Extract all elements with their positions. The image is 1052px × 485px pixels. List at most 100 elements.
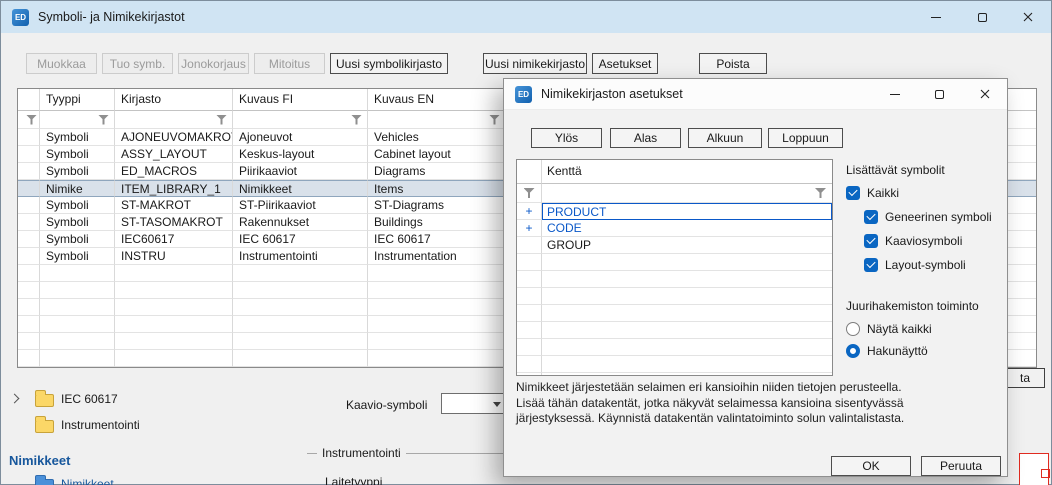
field-row[interactable]: + CODE <box>517 220 832 237</box>
cell-kuvaus-fi: Keskus-layout <box>233 146 368 163</box>
move-up-button[interactable]: Ylös <box>531 128 602 148</box>
checked-checkbox-icon <box>864 258 878 272</box>
kaavio-symboli-dropdown[interactable] <box>441 393 509 414</box>
window-controls <box>913 1 1051 33</box>
column-header-kuvaus-en[interactable]: Kuvaus EN <box>368 89 506 111</box>
cell-kuvaus-en: Items <box>368 180 506 197</box>
field-table: Kenttä + PRODUCT + CODE GROUP <box>516 159 833 376</box>
row-prefix: + <box>517 220 542 237</box>
delete-button[interactable]: Poista <box>699 53 767 74</box>
cell-kuvaus-en: ST-Diagrams <box>368 197 506 214</box>
dialog-description: Nimikkeet järjestetään selaimen eri kans… <box>516 380 912 427</box>
queue-fix-button[interactable]: Jonokorjaus <box>178 53 249 74</box>
dialog-app-icon: ED <box>515 86 532 103</box>
settings-dialog: ED Nimikekirjaston asetukset Ylös Alas A… <box>503 78 1008 477</box>
checkbox-kaikki[interactable]: Kaikki <box>846 185 899 201</box>
root-group-title: Juurihakemiston toiminto <box>846 299 979 313</box>
expand-chevron-icon[interactable] <box>10 394 20 404</box>
tree-item-iec60617[interactable]: IEC 60617 <box>61 392 118 406</box>
radio-off-icon <box>846 322 860 336</box>
import-symbol-button[interactable]: Tuo symb. <box>102 53 173 74</box>
settings-button[interactable]: Asetukset <box>592 53 658 74</box>
cell-kirjasto: IEC60617 <box>115 231 233 248</box>
filter-icon[interactable] <box>26 115 37 125</box>
field-cell-product: PRODUCT <box>542 203 832 220</box>
cell-tyyppi: Symboli <box>40 214 115 231</box>
checkbox-kaaviosymboli[interactable]: Kaaviosymboli <box>864 233 962 249</box>
tree-item-nimikkeet[interactable]: Nimikkeet <box>61 477 114 485</box>
cancel-button[interactable]: Peruuta <box>921 456 1001 476</box>
dialog-app-icon-text: ED <box>518 90 529 99</box>
cell-kirjasto: ITEM_LIBRARY_1 <box>115 180 233 197</box>
cell-kuvaus-en: Cabinet layout <box>368 146 506 163</box>
empty-row <box>517 373 832 376</box>
empty-row <box>517 254 832 271</box>
minimize-icon <box>931 17 941 18</box>
clipped-button[interactable]: ta <box>1005 368 1045 388</box>
maximize-button[interactable] <box>959 1 1005 33</box>
column-header-kentta[interactable]: Kenttä <box>542 160 832 184</box>
cell-tyyppi: Symboli <box>40 248 115 265</box>
cell-kuvaus-fi: Piirikaaviot <box>233 163 368 180</box>
cell-kuvaus-fi: Rakennukset <box>233 214 368 231</box>
column-header-kirjasto[interactable]: Kirjasto <box>115 89 233 111</box>
empty-row <box>517 339 832 356</box>
filter-icon-tyyppi[interactable] <box>98 115 109 125</box>
empty-row <box>517 271 832 288</box>
ok-button[interactable]: OK <box>831 456 911 476</box>
cell-kirjasto: ED_MACROS <box>115 163 233 180</box>
field-row-selected[interactable]: + PRODUCT <box>517 203 832 220</box>
checkbox-layout-symboli[interactable]: Layout-symboli <box>864 257 966 273</box>
filter-icon-kirjasto[interactable] <box>216 115 227 125</box>
filter-icon-kuvaus-fi[interactable] <box>351 115 362 125</box>
cell-kirjasto: ASSY_LAYOUT <box>115 146 233 163</box>
dialog-minimize-button[interactable] <box>872 79 917 109</box>
cell-tyyppi: Symboli <box>40 197 115 214</box>
cell-kuvaus-fi: Ajoneuvot <box>233 129 368 146</box>
new-symbol-library-button[interactable]: Uusi symbolikirjasto <box>330 53 448 74</box>
cell-kirjasto: ST-TASOMAKROT <box>115 214 233 231</box>
radio-hakunaytto[interactable]: Hakunäyttö <box>846 343 928 359</box>
cell-kuvaus-en: IEC 60617 <box>368 231 506 248</box>
checkbox-label: Kaaviosymboli <box>885 234 962 248</box>
dialog-maximize-button[interactable] <box>917 79 962 109</box>
checkbox-label: Kaikki <box>867 186 899 200</box>
filter-icon-kuvaus-en[interactable] <box>489 115 500 125</box>
row-prefix: + <box>517 203 542 220</box>
main-titlebar: ED Symboli- ja Nimikekirjastot <box>1 1 1051 33</box>
maximize-icon <box>978 13 987 22</box>
instrumentointi-group-label: Instrumentointi <box>317 446 406 460</box>
empty-row <box>517 322 832 339</box>
checked-checkbox-icon <box>864 234 878 248</box>
filter-icon[interactable] <box>524 188 535 198</box>
field-cell-code: CODE <box>542 220 832 237</box>
dialog-close-button[interactable] <box>962 79 1007 109</box>
edit-button[interactable]: Muokkaa <box>26 53 97 74</box>
corner-cell <box>18 89 40 111</box>
field-row[interactable]: GROUP <box>517 237 832 254</box>
filter-icon-kentta[interactable] <box>815 188 826 198</box>
nimikkeet-section-heading: Nimikkeet <box>9 453 70 468</box>
radio-label: Näytä kaikki <box>867 322 932 336</box>
move-down-button[interactable]: Alas <box>610 128 681 148</box>
screen: ED Symboli- ja Nimikekirjastot Muokkaa T… <box>0 0 1052 485</box>
checkbox-geneerinen-symboli[interactable]: Geneerinen symboli <box>864 209 992 225</box>
field-table-header: Kenttä <box>517 160 832 184</box>
empty-row <box>517 288 832 305</box>
cell-kuvaus-en: Instrumentation <box>368 248 506 265</box>
radio-nayta-kaikki[interactable]: Näytä kaikki <box>846 321 932 337</box>
dimensioning-button[interactable]: Mitoitus <box>254 53 325 74</box>
checked-checkbox-icon <box>864 210 878 224</box>
column-header-tyyppi[interactable]: Tyyppi <box>40 89 115 111</box>
row-prefix <box>517 237 542 254</box>
minimize-button[interactable] <box>913 1 959 33</box>
new-item-library-button[interactable]: Uusi nimikekirjasto <box>483 53 587 74</box>
checkbox-label: Geneerinen symboli <box>885 210 992 224</box>
column-header-kuvaus-fi[interactable]: Kuvaus FI <box>233 89 368 111</box>
tree-item-instrumentointi[interactable]: Instrumentointi <box>61 418 140 432</box>
move-first-button[interactable]: Alkuun <box>688 128 762 148</box>
cell-kirjasto: INSTRU <box>115 248 233 265</box>
close-button[interactable] <box>1005 1 1051 33</box>
folder-icon <box>35 420 54 433</box>
move-last-button[interactable]: Loppuun <box>768 128 843 148</box>
